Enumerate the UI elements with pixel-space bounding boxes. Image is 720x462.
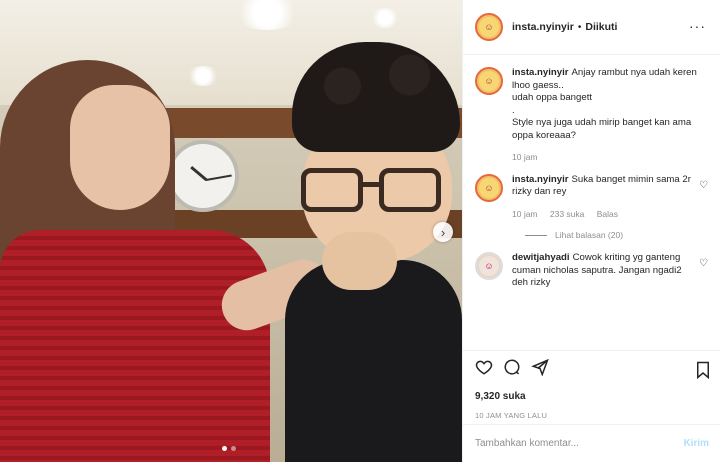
comments-list[interactable]: ☺ insta.nyinyir Anjay rambut nya udah ker… xyxy=(463,55,720,350)
view-replies-button[interactable]: Lihat balasan (20) xyxy=(525,230,708,240)
carousel-dot xyxy=(231,446,236,451)
comment-username[interactable]: insta.nyinyir xyxy=(512,174,569,185)
heart-icon[interactable] xyxy=(475,358,493,381)
carousel-dot xyxy=(222,446,227,451)
profile-picture-icon: ☺ xyxy=(479,177,499,198)
more-horizontal-icon[interactable]: ··· xyxy=(689,19,706,33)
next-photo-button[interactable]: › xyxy=(433,222,453,242)
comment-timestamp[interactable]: 10 jam xyxy=(512,209,538,219)
post-header: ☺ insta.nyinyir • Diikuti ··· xyxy=(463,0,720,55)
following-status[interactable]: Diikuti xyxy=(585,21,617,33)
wall-clock xyxy=(167,140,239,212)
comment-item: ☺ dewitjahyadi Cowok kriting yg ganteng c… xyxy=(475,252,708,290)
caption: ☺ insta.nyinyir Anjay rambut nya udah ker… xyxy=(475,67,708,164)
avatar[interactable]: ☺ xyxy=(475,67,503,95)
view-replies-label: Lihat balasan (20) xyxy=(555,230,624,240)
man-hand xyxy=(322,232,397,290)
bookmark-icon[interactable] xyxy=(695,361,709,380)
woman-red-dress xyxy=(0,230,270,462)
avatar[interactable]: ☺ xyxy=(475,13,503,41)
profile-picture-icon: ☺ xyxy=(479,17,499,37)
chevron-right-icon: › xyxy=(440,224,446,240)
profile-picture-icon: ☺ xyxy=(479,256,499,276)
comment-composer: Kirim xyxy=(463,424,720,462)
share-icon[interactable] xyxy=(531,358,549,381)
post-timestamp[interactable]: 10 JAM YANG LALU xyxy=(475,411,709,420)
comment-username[interactable]: dewitjahyadi xyxy=(512,252,570,263)
ceiling-light xyxy=(370,8,400,28)
comment-item: ☺ insta.nyinyir Suka banget mimin sama 2r… xyxy=(475,173,708,221)
header-separator: • xyxy=(577,21,582,33)
man-black-shirt xyxy=(285,260,462,462)
caption-text: Anjay rambut nya udah keren lhoo gaess..… xyxy=(512,67,697,141)
post-actions: 9,320 suka 10 JAM YANG LALU xyxy=(463,350,720,420)
post-photo[interactable]: › xyxy=(0,0,462,462)
comment-like-heart-icon[interactable]: ♡ xyxy=(699,258,708,269)
replies-divider xyxy=(525,234,547,236)
profile-picture-icon: ☺ xyxy=(479,71,499,91)
post-comment-button[interactable]: Kirim xyxy=(683,438,709,449)
caption-timestamp[interactable]: 10 jam xyxy=(512,152,538,162)
comment-icon[interactable] xyxy=(503,358,521,381)
woman-face xyxy=(70,85,170,210)
comment-input[interactable] xyxy=(475,438,684,449)
avatar[interactable]: ☺ xyxy=(475,252,503,280)
carousel-indicator xyxy=(222,446,236,451)
caption-username[interactable]: insta.nyinyir xyxy=(512,67,569,78)
like-count[interactable]: 9,320 suka xyxy=(475,391,709,402)
man-glasses xyxy=(301,168,451,218)
reply-button[interactable]: Balas xyxy=(597,209,618,219)
avatar[interactable]: ☺ xyxy=(475,173,503,202)
comment-like-heart-icon[interactable]: ♡ xyxy=(699,180,708,191)
instagram-post-modal: › ☺ insta.nyinyir • Diikuti ··· ☺ insta.… xyxy=(0,0,720,462)
post-sidebar: ☺ insta.nyinyir • Diikuti ··· ☺ insta.ny… xyxy=(462,0,720,462)
header-username[interactable]: insta.nyinyir xyxy=(512,21,574,33)
ceiling-light xyxy=(186,66,220,86)
comment-like-count[interactable]: 233 suka xyxy=(550,209,585,219)
